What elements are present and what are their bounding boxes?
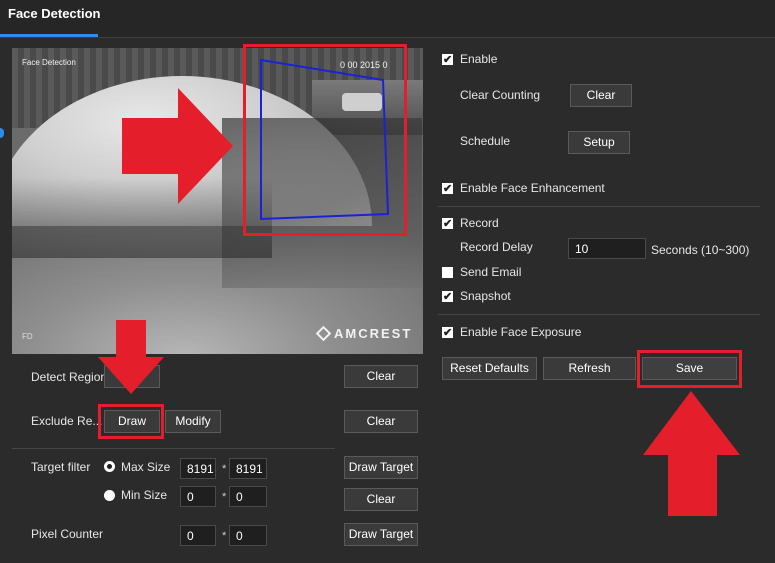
annotation-arrows	[98, 88, 740, 516]
down-arrow-icon	[98, 320, 164, 394]
right-arrow-icon	[122, 88, 233, 204]
up-arrow-icon	[643, 391, 740, 516]
